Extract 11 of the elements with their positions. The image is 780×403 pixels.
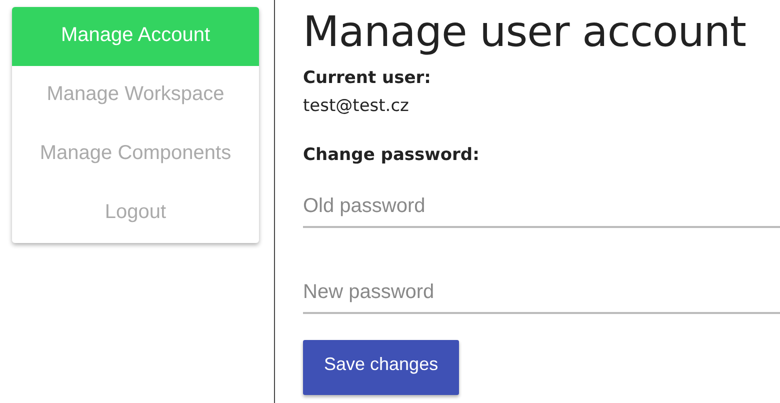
menu-item[interactable]: Manage Components: [12, 125, 259, 184]
menu-item[interactable]: Manage Account: [12, 7, 259, 66]
menu-item[interactable]: Manage Workspace: [12, 66, 259, 125]
current-user-label: Current user:: [303, 68, 431, 88]
change-password-label: Change password:: [303, 145, 480, 165]
password-field[interactable]: New password: [303, 281, 780, 314]
current-user-email: test@test.cz: [303, 96, 409, 116]
save-button[interactable]: Save changes: [303, 340, 460, 395]
page-title: Manage user account: [303, 6, 747, 53]
menu-item[interactable]: Logout: [12, 184, 259, 243]
password-field[interactable]: Old password: [303, 195, 780, 228]
